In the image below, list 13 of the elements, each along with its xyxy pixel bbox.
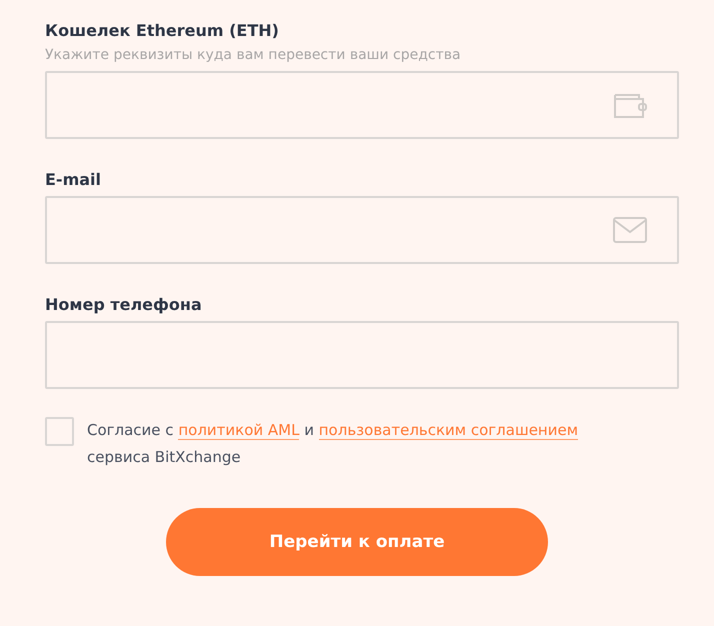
agreement-text: Согласие с политикой AML и пользовательским соглашением сервиса BitXchange bbox=[87, 420, 580, 468]
mail-icon bbox=[613, 217, 647, 243]
input-field[interactable] bbox=[45, 196, 679, 264]
field-label: Номер телефона bbox=[45, 294, 203, 316]
link[interactable]: пользовательским соглашением bbox=[318, 421, 578, 440]
pay-button[interactable]: Перейти к оплате bbox=[166, 508, 548, 576]
checkbox[interactable] bbox=[45, 417, 74, 446]
field-label: Кошелек Ethereum (ETH) bbox=[45, 20, 280, 42]
field-label: E-mail bbox=[45, 169, 102, 191]
input-field[interactable] bbox=[45, 71, 679, 139]
link[interactable]: политикой AML bbox=[178, 421, 300, 440]
input-field[interactable] bbox=[45, 321, 679, 389]
field-hint: Укажите реквизиты куда вам перевести ваши средства bbox=[45, 46, 462, 65]
